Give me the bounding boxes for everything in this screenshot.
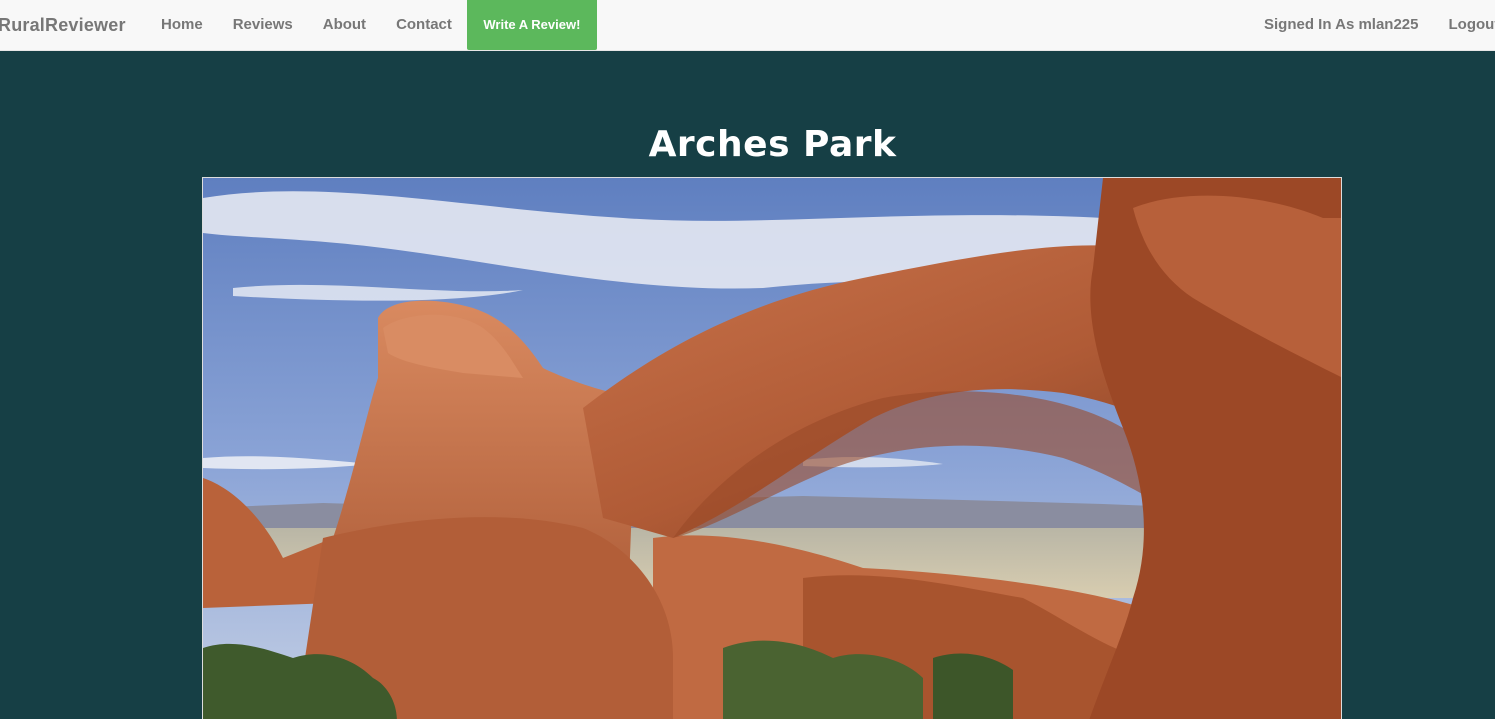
top-navbar: RuralReviewer Home Reviews About Contact… [0, 0, 1495, 51]
nav-reviews-link[interactable]: Reviews [218, 0, 308, 50]
nav-user-area: Signed In As mlan225 Logout [1249, 0, 1495, 50]
nav-links: Home Reviews About Contact Write A Revie… [146, 0, 597, 50]
arch-photo-image [203, 178, 1341, 719]
logout-link[interactable]: Logout [1434, 0, 1495, 50]
nav-about-link[interactable]: About [308, 0, 381, 50]
write-review-button[interactable]: Write A Review! [466, 0, 597, 50]
nav-home-link[interactable]: Home [146, 0, 218, 50]
page-title: Arches Park [648, 124, 897, 165]
brand-link[interactable]: RuralReviewer [0, 0, 126, 50]
signed-in-user-link[interactable]: Signed In As mlan225 [1249, 0, 1434, 50]
park-hero-image [202, 177, 1342, 719]
nav-contact-link[interactable]: Contact [381, 0, 467, 50]
